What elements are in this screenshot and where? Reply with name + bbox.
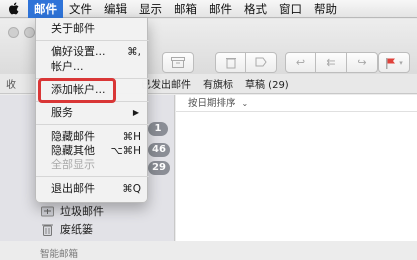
flag-icon bbox=[386, 57, 396, 69]
menu-item-label: 隐藏其他 bbox=[51, 144, 95, 157]
menu-separator bbox=[36, 176, 149, 177]
delete-button[interactable] bbox=[215, 52, 246, 73]
smart-mailboxes-header[interactable]: 智能邮箱 bbox=[40, 246, 78, 260]
reply-button[interactable]: ↩ bbox=[285, 52, 316, 73]
menu-window[interactable]: 窗口 bbox=[273, 0, 308, 18]
menu-view[interactable]: 显示 bbox=[133, 0, 168, 18]
reply-all-arrow-icon: ⇇ bbox=[326, 56, 336, 69]
reply-arrow-icon: ↩ bbox=[295, 56, 306, 69]
menu-mailbox[interactable]: 邮箱 bbox=[168, 0, 203, 18]
close-window-button[interactable] bbox=[8, 27, 19, 38]
menu-edit[interactable]: 编辑 bbox=[98, 0, 133, 18]
sidebar-item-label: 废纸篓 bbox=[60, 223, 93, 236]
junk-button[interactable] bbox=[246, 52, 277, 73]
menu-bar: 邮件 文件 编辑 显示 邮箱 邮件 格式 窗口 帮助 bbox=[0, 0, 417, 18]
menu-item-label: 关于邮件 bbox=[51, 22, 95, 35]
menu-item-accounts[interactable]: 帐户... bbox=[36, 60, 149, 74]
sort-chevron-icon: ⌄ bbox=[241, 99, 249, 108]
trash-icon bbox=[225, 57, 236, 68]
sort-bar[interactable]: 按日期排序 ⌄ bbox=[176, 95, 417, 112]
menu-item-label: 隐藏邮件 bbox=[51, 130, 95, 143]
annotation-highlight-box bbox=[38, 78, 116, 103]
archive-button[interactable] bbox=[162, 52, 194, 73]
sort-label: 按日期排序 bbox=[188, 98, 236, 109]
favorite-drafts[interactable]: 草稿 (29) bbox=[245, 76, 289, 91]
sidebar-item-junk[interactable]: 垃圾邮件 bbox=[40, 203, 104, 219]
sidebar-item-trash[interactable]: 废纸篓 bbox=[40, 221, 93, 237]
menu-separator bbox=[36, 124, 149, 125]
menu-item-services[interactable]: 服务 ▶ bbox=[36, 106, 149, 120]
menu-separator bbox=[36, 40, 149, 41]
message-list: 按日期排序 ⌄ bbox=[176, 95, 417, 241]
shortcut-label: ⌘Q bbox=[122, 183, 141, 195]
delete-junk-group bbox=[215, 52, 277, 73]
unread-badge: 29 bbox=[148, 161, 170, 175]
minimize-window-button[interactable] bbox=[24, 27, 35, 38]
menu-item-quit-mail[interactable]: 退出邮件 ⌘Q bbox=[36, 182, 149, 196]
forward-arrow-icon: ↪ bbox=[357, 56, 367, 69]
submenu-triangle-icon: ▶ bbox=[132, 108, 139, 117]
menu-mail[interactable]: 邮件 bbox=[28, 0, 63, 18]
menu-item-preferences[interactable]: 偏好设置... ⌘, bbox=[36, 45, 149, 59]
menu-item-about-mail[interactable]: 关于邮件 bbox=[36, 22, 149, 36]
trash-mailbox-icon bbox=[40, 222, 54, 236]
favorite-flagged[interactable]: 有旗标 bbox=[203, 76, 233, 91]
menu-file[interactable]: 文件 bbox=[63, 0, 98, 18]
unread-badge: 46 bbox=[148, 143, 170, 157]
menu-message[interactable]: 邮件 bbox=[203, 0, 238, 18]
menu-item-label: 帐户... bbox=[51, 60, 84, 73]
archive-icon bbox=[171, 57, 185, 68]
apple-menu[interactable] bbox=[0, 0, 28, 18]
menu-item-label: 退出邮件 bbox=[51, 182, 95, 195]
favorites-partial-item[interactable]: 收 bbox=[6, 76, 16, 91]
shortcut-label: ⌘H bbox=[122, 131, 141, 143]
flag-chevron-icon: ▾ bbox=[399, 58, 403, 67]
shortcut-label: ⌘, bbox=[127, 46, 141, 58]
shortcut-label: ⌥⌘H bbox=[110, 145, 142, 157]
junk-mailbox-icon bbox=[40, 204, 54, 218]
menu-item-label: 服务 bbox=[51, 106, 73, 119]
menu-item-label: 偏好设置... bbox=[51, 45, 106, 58]
menu-item-label: 全部显示 bbox=[51, 158, 95, 171]
flag-button[interactable]: ▾ bbox=[378, 52, 410, 73]
menu-item-hide-others[interactable]: 隐藏其他 ⌥⌘H bbox=[36, 144, 149, 158]
apple-logo-icon bbox=[8, 2, 18, 15]
reply-all-button[interactable]: ⇇ bbox=[316, 52, 347, 73]
menu-item-show-all: 全部显示 bbox=[36, 158, 149, 172]
sidebar-item-label: 垃圾邮件 bbox=[60, 205, 104, 218]
mail-dropdown-menu: 关于邮件 偏好设置... ⌘, 帐户... 添加帐户... 服务 ▶ 隐藏邮件 … bbox=[35, 18, 149, 203]
menu-format[interactable]: 格式 bbox=[238, 0, 273, 18]
forward-button[interactable]: ↪ bbox=[347, 52, 378, 73]
menu-help[interactable]: 帮助 bbox=[308, 0, 343, 18]
unread-badge: 1 bbox=[148, 122, 168, 136]
junk-thumb-icon bbox=[255, 57, 267, 67]
screen: ◀ ↩ ⇇ ↪ ▾ 收 bbox=[0, 0, 417, 260]
menu-item-hide-mail[interactable]: 隐藏邮件 ⌘H bbox=[36, 130, 149, 144]
reply-forward-group: ↩ ⇇ ↪ bbox=[285, 52, 378, 73]
